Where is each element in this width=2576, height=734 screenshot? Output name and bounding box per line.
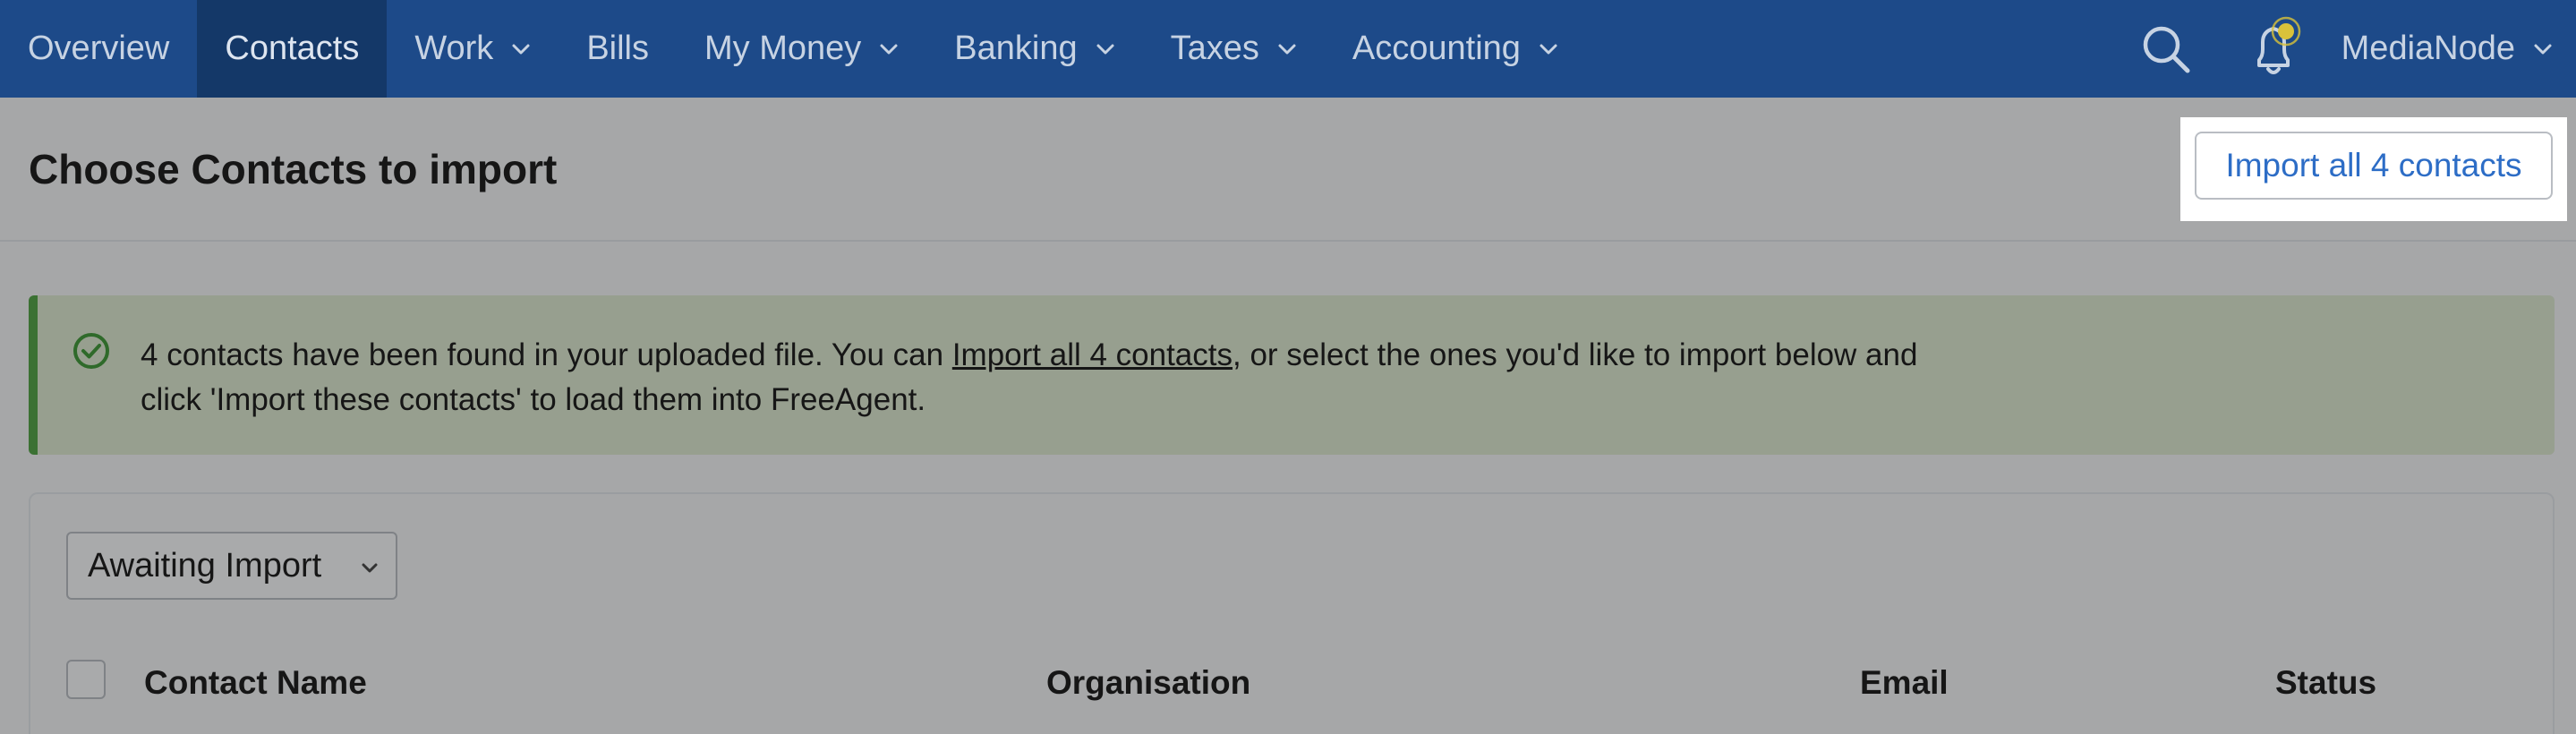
- top-nav: Overview Contacts Work Bills My Money Ba…: [0, 0, 2576, 98]
- nav-item-label: Banking: [954, 30, 1078, 67]
- nav-item-contacts[interactable]: Contacts: [197, 0, 388, 98]
- nav-item-label: Overview: [28, 30, 170, 67]
- nav-item-label: My Money: [704, 30, 862, 67]
- chevron-down-icon: [362, 563, 378, 573]
- nav-item-bills[interactable]: Bills: [559, 0, 677, 98]
- chevron-down-icon: [1096, 44, 1114, 54]
- nav-item-taxes[interactable]: Taxes: [1143, 0, 1325, 98]
- chevron-down-icon: [880, 44, 898, 54]
- nav-item-my-money[interactable]: My Money: [677, 0, 926, 98]
- chevron-down-icon: [1278, 44, 1296, 54]
- alert-message: 4 contacts have been found in your uploa…: [141, 333, 1931, 422]
- nav-item-overview[interactable]: Overview: [0, 0, 197, 98]
- import-all-button[interactable]: Import all 4 contacts: [2195, 132, 2553, 200]
- contacts-panel: Awaiting Import Contact Name Organisatio…: [29, 492, 2555, 734]
- nav-item-label: Taxes: [1170, 30, 1259, 67]
- nav-item-work[interactable]: Work: [387, 0, 559, 98]
- nav-item-accounting[interactable]: Accounting: [1325, 0, 1586, 98]
- chevron-down-icon: [1540, 44, 1557, 54]
- chevron-down-icon: [2534, 44, 2552, 54]
- nav-item-label: Accounting: [1352, 30, 1521, 67]
- column-header-email[interactable]: Email: [1860, 664, 1949, 702]
- import-all-link[interactable]: Import all 4 contacts: [952, 337, 1233, 372]
- nav-item-label: Contacts: [225, 30, 360, 67]
- user-name: MediaNode: [2341, 30, 2515, 67]
- nav-item-label: Bills: [586, 30, 649, 67]
- import-button-highlight: Import all 4 contacts: [2180, 117, 2567, 221]
- column-header-organisation[interactable]: Organisation: [1046, 664, 1250, 702]
- page-header: Choose Contacts to import Import all 4 c…: [0, 98, 2576, 242]
- page-title: Choose Contacts to import: [29, 146, 558, 192]
- nav-item-label: Work: [414, 30, 494, 67]
- filter-selected-value: Awaiting Import: [88, 546, 322, 585]
- nav-item-banking[interactable]: Banking: [926, 0, 1142, 98]
- search-button[interactable]: [2139, 22, 2193, 76]
- nav-right: MediaNode: [2139, 0, 2576, 98]
- success-alert: 4 contacts have been found in your uploa…: [29, 295, 2555, 455]
- status-filter-select[interactable]: Awaiting Import: [66, 532, 397, 600]
- chevron-down-icon: [512, 44, 530, 54]
- check-circle-icon: [73, 333, 109, 369]
- search-icon: [2143, 26, 2190, 73]
- page: Overview Contacts Work Bills My Money Ba…: [0, 0, 2576, 734]
- notifications-button[interactable]: [2247, 13, 2309, 85]
- user-menu[interactable]: MediaNode: [2309, 30, 2576, 68]
- select-all-checkbox[interactable]: [66, 660, 106, 699]
- column-header-contact-name[interactable]: Contact Name: [144, 664, 367, 702]
- column-header-status[interactable]: Status: [2275, 664, 2376, 702]
- alert-text-before: 4 contacts have been found in your uploa…: [141, 337, 952, 372]
- bell-icon: [2256, 16, 2300, 74]
